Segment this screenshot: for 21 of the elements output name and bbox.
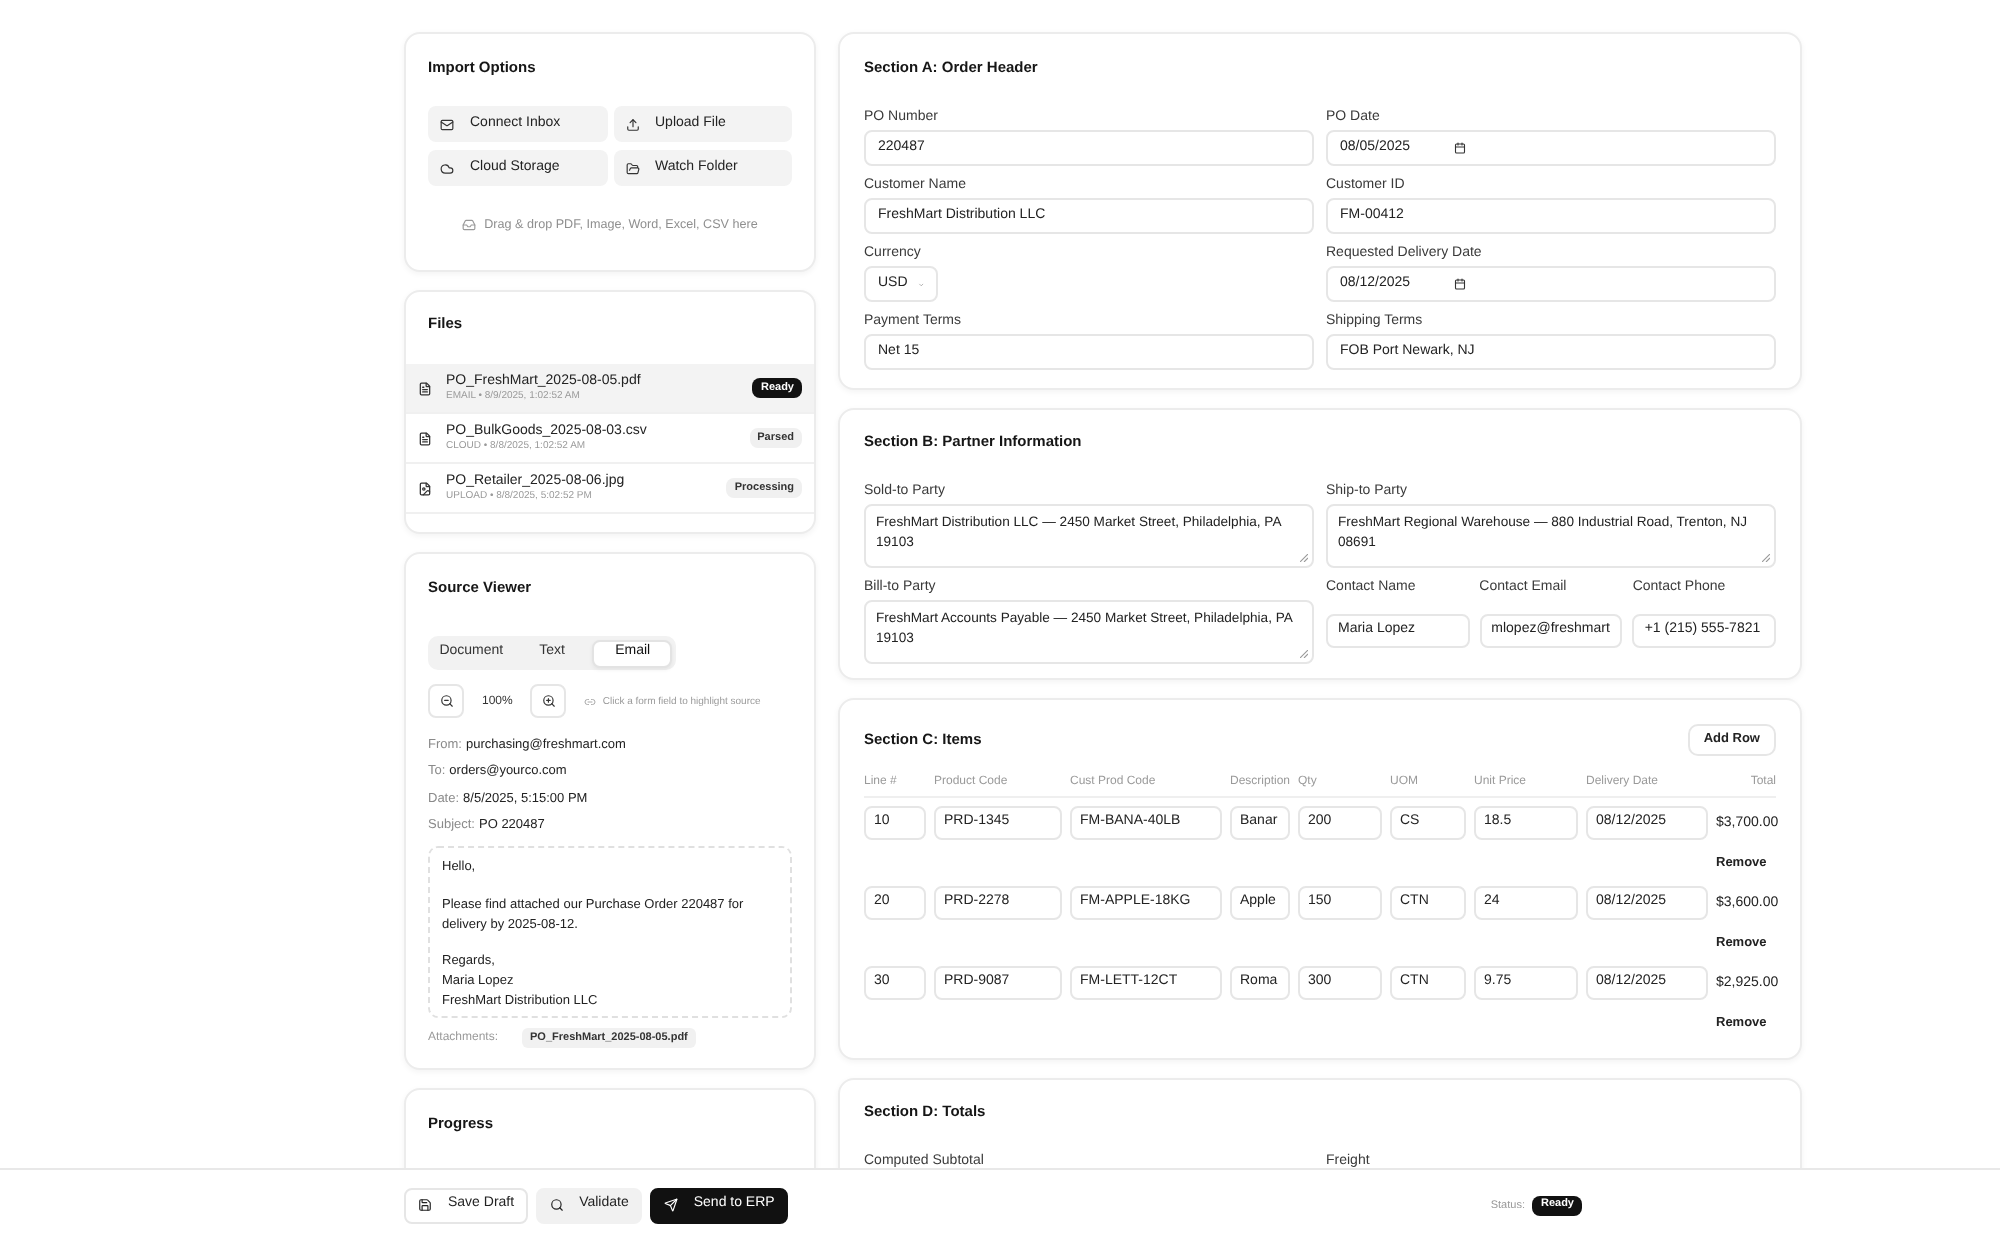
zoom-in-icon bbox=[541, 694, 556, 708]
upload-icon bbox=[625, 117, 639, 131]
folder-icon bbox=[625, 161, 639, 175]
image-file-icon bbox=[418, 481, 432, 495]
zoom-out-icon bbox=[439, 694, 453, 708]
zoom-in-button[interactable] bbox=[530, 684, 567, 718]
resize-handle-icon bbox=[1300, 554, 1308, 562]
save-icon bbox=[418, 1198, 432, 1212]
document-icon bbox=[418, 381, 432, 395]
resize-handle-icon bbox=[1762, 554, 1770, 562]
cloud-icon bbox=[440, 161, 454, 175]
link-icon bbox=[584, 695, 597, 707]
paper-plane-icon bbox=[663, 1198, 678, 1212]
calendar-icon bbox=[1454, 278, 1467, 290]
calendar-icon bbox=[1454, 142, 1467, 154]
resize-handle-icon bbox=[1300, 650, 1308, 658]
mail-icon bbox=[440, 117, 454, 131]
search-icon bbox=[549, 1198, 564, 1212]
zoom-out-button[interactable] bbox=[428, 684, 464, 718]
document-icon bbox=[418, 431, 432, 445]
inbox-tray-icon bbox=[462, 218, 477, 232]
